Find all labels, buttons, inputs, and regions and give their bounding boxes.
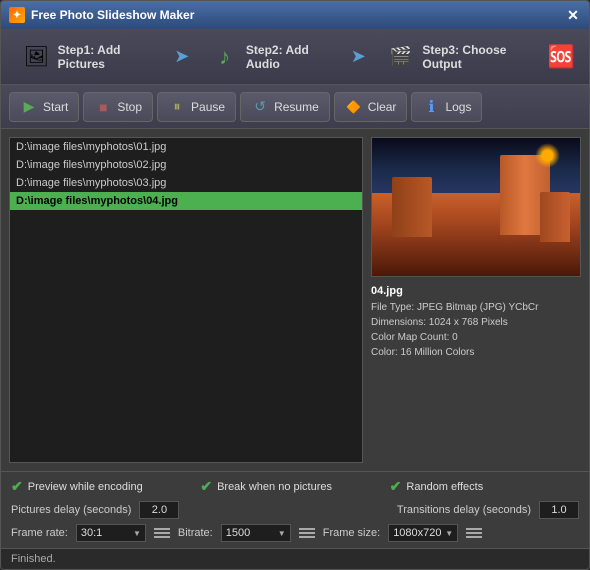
preview-panel: 04.jpg File Type: JPEG Bitmap (JPG) YCbC… (371, 137, 581, 463)
file-list-panel: D:\image files\myphotos\01.jpg D:\image … (9, 137, 363, 463)
frame-rate-value: 30:1 (81, 527, 102, 539)
stop-button[interactable]: Stop (83, 92, 153, 122)
window-title: Free Photo Slideshow Maker (31, 8, 194, 22)
mesa3 (392, 177, 432, 237)
bitrate-value: 1500 (226, 527, 250, 539)
resume-label: Resume (274, 100, 319, 114)
dropdown-arrow-3: ▼ (445, 529, 453, 538)
bottom-options: ✔ Preview while encoding ✔ Break when no… (1, 471, 589, 548)
step-3[interactable]: Step3: Choose Output (378, 35, 538, 79)
step1-icon (21, 39, 52, 75)
image-dimensions: Dimensions: 1024 x 768 Pixels (371, 315, 581, 330)
frame-size-label: Frame size: (323, 527, 380, 539)
status-bar: Finished. (1, 548, 589, 569)
random-effects-label: Random effects (406, 481, 483, 493)
frame-rate-label: Frame rate: (11, 527, 68, 539)
step1-label: Step1: Add Pictures (58, 43, 155, 71)
image-info: 04.jpg File Type: JPEG Bitmap (JPG) YCbC… (371, 283, 581, 360)
step2-label: Step2: Add Audio (246, 43, 331, 71)
start-label: Start (43, 100, 68, 114)
file-item[interactable]: D:\image files\myphotos\02.jpg (10, 156, 362, 174)
preview-encoding-check[interactable]: ✔ Preview while encoding (11, 478, 200, 495)
preview-encoding-label: Preview while encoding (28, 481, 143, 493)
sun-glow (535, 143, 560, 168)
start-button[interactable]: Start (9, 92, 79, 122)
pause-button[interactable]: Pause (157, 92, 236, 122)
pause-icon (168, 98, 186, 116)
image-filename: 04.jpg (371, 283, 581, 300)
step3-icon (386, 39, 417, 75)
main-window: ✦ Free Photo Slideshow Maker ✕ Step1: Ad… (0, 0, 590, 570)
output-icon (390, 46, 412, 67)
dropdown-arrow-2: ▼ (278, 529, 286, 538)
logs-button[interactable]: Logs (411, 92, 482, 122)
help-icon (548, 44, 575, 70)
clear-button[interactable]: Clear (334, 92, 408, 122)
break-no-pictures-label: Break when no pictures (217, 481, 332, 493)
frame-rate-menu-icon[interactable] (154, 528, 170, 538)
stop-icon (94, 98, 112, 116)
step-arrow-1: ➤ (174, 46, 189, 67)
main-content: D:\image files\myphotos\01.jpg D:\image … (1, 129, 589, 471)
toolbar: Start Stop Pause Resume Clear Logs (1, 85, 589, 129)
logs-label: Logs (445, 100, 471, 114)
step-1[interactable]: Step1: Add Pictures (13, 35, 162, 79)
settings-row-1: Pictures delay (seconds) Transitions del… (11, 501, 579, 519)
info-icon (422, 98, 440, 116)
step-arrow-2: ➤ (351, 46, 366, 67)
title-bar: ✦ Free Photo Slideshow Maker ✕ (1, 1, 589, 29)
preview-image (371, 137, 581, 277)
image-filetype: File Type: JPEG Bitmap (JPG) YCbCr (371, 300, 581, 315)
break-no-pictures-check[interactable]: ✔ Break when no pictures (200, 478, 389, 495)
bitrate-menu-icon[interactable] (299, 528, 315, 538)
pause-label: Pause (191, 100, 225, 114)
help-button[interactable] (546, 39, 577, 75)
resume-button[interactable]: Resume (240, 92, 330, 122)
check-mark-1: ✔ (11, 478, 23, 495)
step-2[interactable]: Step2: Add Audio (201, 35, 338, 79)
file-item[interactable]: D:\image files\myphotos\01.jpg (10, 138, 362, 156)
resume-icon (251, 98, 269, 116)
check-mark-2: ✔ (200, 478, 212, 495)
check-mark-3: ✔ (390, 478, 402, 495)
frame-size-dropdown[interactable]: 1080x720 ▼ (388, 524, 458, 542)
pictures-icon (24, 44, 49, 69)
transitions-delay-label: Transitions delay (seconds) (397, 504, 531, 516)
stop-label: Stop (117, 100, 142, 114)
status-text: Finished. (11, 553, 56, 565)
bitrate-label: Bitrate: (178, 527, 213, 539)
step2-icon (209, 39, 240, 75)
clear-label: Clear (368, 100, 397, 114)
frame-size-value: 1080x720 (393, 527, 441, 539)
mesa2 (540, 192, 570, 242)
play-icon (20, 98, 38, 116)
close-button[interactable]: ✕ (565, 7, 581, 23)
step3-label: Step3: Choose Output (422, 43, 530, 71)
frame-size-menu-icon[interactable] (466, 528, 482, 538)
bitrate-dropdown[interactable]: 1500 ▼ (221, 524, 291, 542)
dropdown-arrow-1: ▼ (133, 529, 141, 538)
transitions-delay-input[interactable] (539, 501, 579, 519)
file-item[interactable]: D:\image files\myphotos\03.jpg (10, 174, 362, 192)
audio-icon (219, 44, 230, 70)
checkboxes-row: ✔ Preview while encoding ✔ Break when no… (11, 478, 579, 495)
app-icon: ✦ (9, 7, 25, 23)
image-colormap: Color Map Count: 0 (371, 330, 581, 345)
settings-row-2: Frame rate: 30:1 ▼ Bitrate: 1500 ▼ Frame… (11, 524, 579, 542)
frame-rate-dropdown[interactable]: 30:1 ▼ (76, 524, 146, 542)
clear-icon (345, 98, 363, 116)
pictures-delay-input[interactable] (139, 501, 179, 519)
pictures-delay-label: Pictures delay (seconds) (11, 504, 131, 516)
file-list[interactable]: D:\image files\myphotos\01.jpg D:\image … (9, 137, 363, 463)
image-color: Color: 16 Million Colors (371, 345, 581, 360)
steps-bar: Step1: Add Pictures ➤ Step2: Add Audio ➤… (1, 29, 589, 85)
random-effects-check[interactable]: ✔ Random effects (390, 478, 579, 495)
file-item-selected[interactable]: D:\image files\myphotos\04.jpg (10, 192, 362, 210)
